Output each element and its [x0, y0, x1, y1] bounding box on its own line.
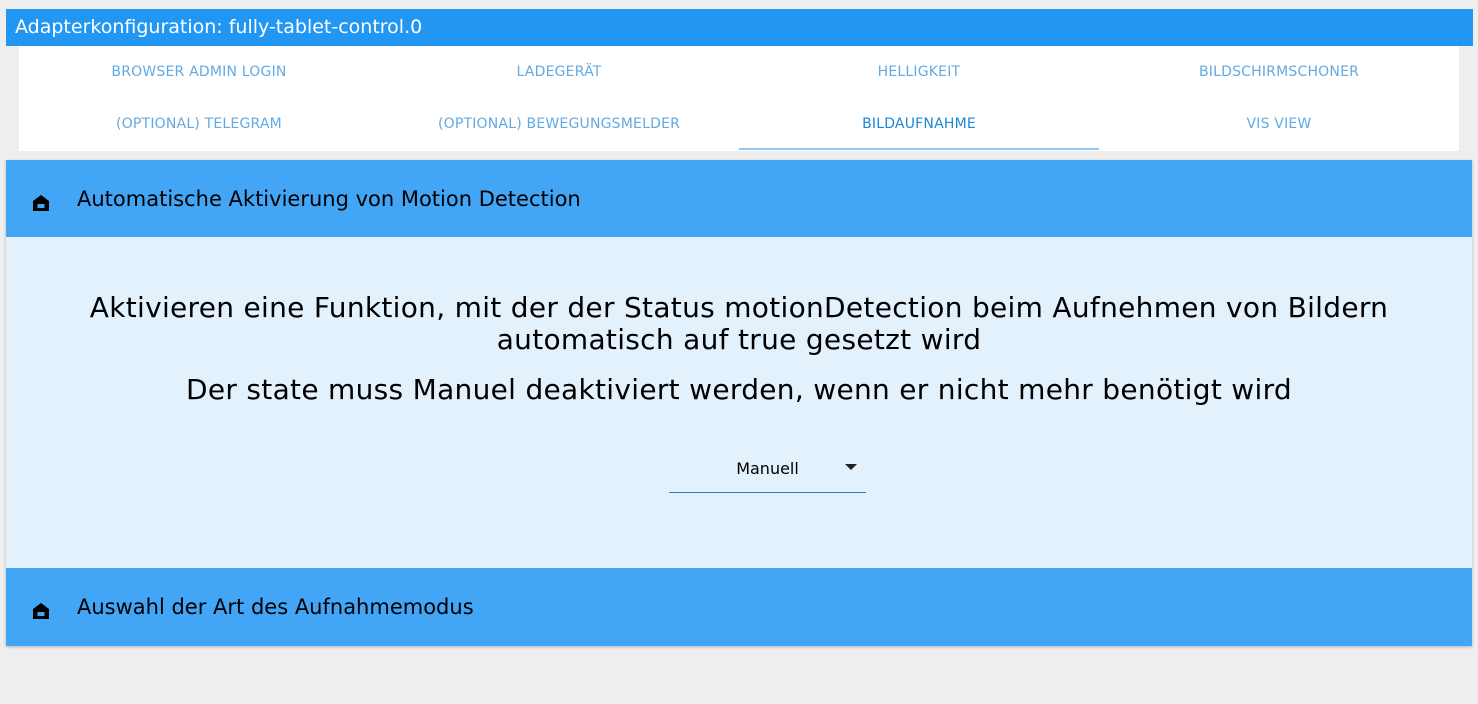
tab-helligkeit[interactable]: HELLIGKEIT [739, 46, 1099, 98]
tab-browser-admin-login[interactable]: BROWSER ADMIN LOGIN [19, 46, 379, 98]
home-icon [29, 191, 53, 215]
mode-select-value: Manuell [736, 459, 799, 478]
section-note: Der state muss Manuel deaktiviert werden… [186, 373, 1292, 406]
window-title: Adapterkonfiguration: fully-tablet-contr… [6, 9, 1473, 46]
tab-row: (OPTIONAL) TELEGRAM (OPTIONAL) BEWEGUNGS… [19, 98, 1459, 150]
section-body-motion-detection: Aktivieren eine Funktion, mit der der St… [6, 237, 1472, 568]
tab-bar: BROWSER ADMIN LOGIN LADEGERÄT HELLIGKEIT… [19, 46, 1459, 151]
config-panel: Automatische Aktivierung von Motion Dete… [6, 160, 1472, 646]
section-header-motion-detection[interactable]: Automatische Aktivierung von Motion Dete… [6, 160, 1472, 237]
tab-bewegungsmelder[interactable]: (OPTIONAL) BEWEGUNGSMELDER [379, 98, 739, 150]
tab-ladegeraet[interactable]: LADEGERÄT [379, 46, 739, 98]
dropdown-arrow-icon [845, 464, 857, 470]
section-title: Auswahl der Art des Aufnahmemodus [77, 595, 474, 619]
section-description: Aktivieren eine Funktion, mit der der St… [89, 291, 1389, 356]
tab-bildschirmschoner[interactable]: BILDSCHIRMSCHONER [1099, 46, 1459, 98]
tab-vis-view[interactable]: VIS VIEW [1099, 98, 1459, 150]
home-icon [29, 599, 53, 623]
tab-bildaufnahme[interactable]: BILDAUFNAHME [739, 98, 1099, 150]
mode-select[interactable]: Manuell [669, 453, 866, 493]
tab-telegram[interactable]: (OPTIONAL) TELEGRAM [19, 98, 379, 150]
section-title: Automatische Aktivierung von Motion Dete… [77, 186, 581, 211]
tab-row: BROWSER ADMIN LOGIN LADEGERÄT HELLIGKEIT… [19, 46, 1459, 98]
section-header-aufnahmemodus[interactable]: Auswahl der Art des Aufnahmemodus [6, 568, 1472, 646]
